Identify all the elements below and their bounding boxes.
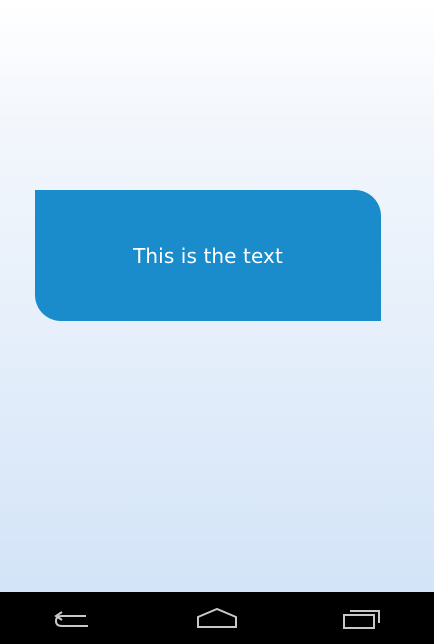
back-button[interactable] (42, 592, 102, 644)
home-button[interactable] (187, 592, 247, 644)
navigation-bar (0, 592, 434, 644)
home-icon (196, 607, 237, 628)
back-icon (54, 611, 89, 627)
recent-apps-button[interactable] (332, 592, 392, 644)
text-bubble: This is the text (35, 190, 381, 321)
app-content: This is the text (0, 0, 434, 592)
bubble-text: This is the text (133, 243, 283, 268)
recent-apps-icon (342, 610, 380, 629)
screen: This is the text (0, 0, 434, 644)
